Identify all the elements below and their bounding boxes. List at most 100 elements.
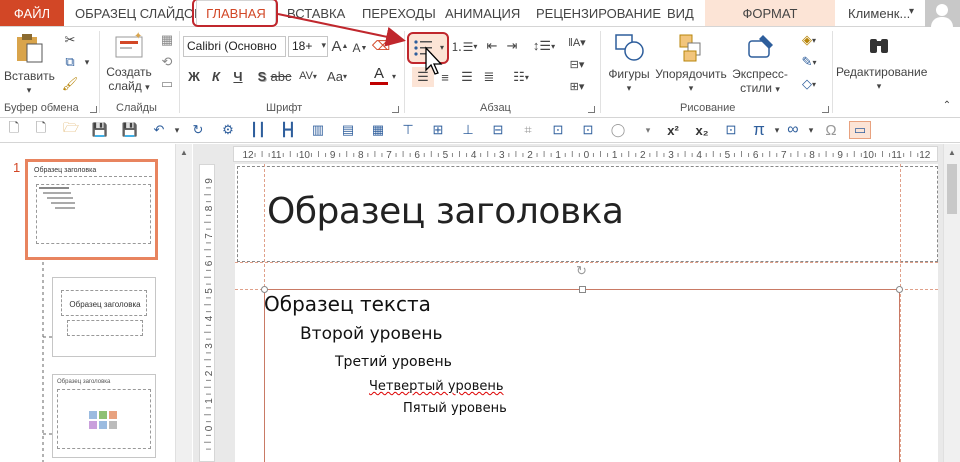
text-level-1[interactable]: Образец текста xyxy=(264,292,431,316)
ruler-tick-label: 9 xyxy=(837,150,843,161)
ruler-tick-label: 0 xyxy=(584,150,590,161)
guide-vertical-2 xyxy=(900,164,901,462)
body-placeholder[interactable]: ↻ Образец текста Второй уровень Третий у… xyxy=(261,264,903,462)
undo-caret-icon[interactable]: ▾ xyxy=(168,121,186,139)
ruler-tick-label: 5 xyxy=(725,150,731,161)
ruler-tick-label: 11 xyxy=(891,150,902,161)
chart4-icon[interactable]: ▤ xyxy=(339,121,357,139)
shapes-qat-icon[interactable]: ◯ xyxy=(609,121,627,139)
ruler-tick-label: 10 xyxy=(299,150,311,161)
horizontal-ruler: 12 11 10 9 8 7 6 5 4 3 2 1 0 1 2 3 4 5 6 7 8 9 10 11 12 xyxy=(233,146,938,162)
ruler-tick-label: 8 xyxy=(358,150,364,161)
align2-icon[interactable]: ⊞ xyxy=(429,121,447,139)
ruler-tick-label: 12 xyxy=(242,150,254,161)
ruler-tick-label: 3 xyxy=(499,150,505,161)
scroll-thumb[interactable] xyxy=(947,164,957,214)
ruler-tick-label: 7 xyxy=(386,150,392,161)
ruler-tick-label: 10 xyxy=(863,150,875,161)
thumb-title: Образец заголовка xyxy=(34,167,97,174)
slide-thumbnails-pane: 1 Образец заголовка Образец заголовка Об… xyxy=(0,144,192,462)
ruler-tick-label: 8 xyxy=(204,205,215,211)
ruler-tick-label: 8 xyxy=(809,150,815,161)
ruler-tick-label: 6 xyxy=(204,260,215,266)
gridlines-icon[interactable]: ▭ xyxy=(849,121,871,139)
ruler-tick-label: 7 xyxy=(204,233,215,239)
crop2-icon[interactable]: ⊡ xyxy=(549,121,567,139)
ruler-tick-label: 4 xyxy=(204,315,215,321)
infinity-icon[interactable]: ∞ xyxy=(784,121,802,139)
crop1-icon[interactable]: ⌗ xyxy=(519,121,537,139)
chart2-icon[interactable]: ┣┫ xyxy=(279,121,297,139)
quick-access-toolbar: 🗋 🗋 🗁 💾 💾 ↶ ▾ ↻ ⚙ ┃┃ ┣┫ ▥ ▤ ▦ ⊤ ⊞ ⊥ ⊟ ⌗ … xyxy=(0,118,960,143)
ruler-tick-label: 6 xyxy=(414,150,420,161)
vertical-ruler: 9 8 7 6 5 4 3 2 1 0 xyxy=(199,164,215,462)
align1-icon[interactable]: ⊤ xyxy=(399,121,417,139)
format-painter-qat-icon[interactable]: ⚙ xyxy=(219,121,237,139)
ruler-tick-label: 4 xyxy=(696,150,702,161)
save-icon[interactable]: 💾 xyxy=(91,121,109,139)
text-level-5[interactable]: Пятый уровень xyxy=(403,401,507,416)
annotation-arrow xyxy=(277,13,406,47)
thumb-divider xyxy=(34,176,152,177)
slide-thumbnail-master[interactable]: Образец заголовка xyxy=(25,159,158,260)
ruler-tick-label: 2 xyxy=(527,150,533,161)
redo-icon[interactable]: ↻ xyxy=(189,121,207,139)
slide-editor: 12 11 10 9 8 7 6 5 4 3 2 1 0 1 2 3 4 5 6 7 8 9 10 11 12 98765432… xyxy=(193,144,943,462)
ruler-tick-label: 1 xyxy=(555,150,561,161)
ruler-tick-label: 3 xyxy=(204,343,215,349)
ruler-tick-label: 12 xyxy=(919,150,931,161)
superscript-icon[interactable]: x² xyxy=(664,121,682,139)
text-level-2[interactable]: Второй уровень xyxy=(300,324,442,344)
chart3-icon[interactable]: ▥ xyxy=(309,121,327,139)
resize-handle-ne[interactable] xyxy=(896,286,903,293)
thumb-subtitle-box xyxy=(67,320,143,336)
fit-icon[interactable]: ⊡ xyxy=(722,121,740,139)
chart1-icon[interactable]: ┃┃ xyxy=(249,121,267,139)
ruler-tick-label: 1 xyxy=(204,398,215,404)
slide-canvas[interactable]: Образец заголовка ↻ Образец текста Второ… xyxy=(235,164,938,462)
rotate-handle-icon[interactable]: ↻ xyxy=(576,264,590,278)
ruler-tick-label: 4 xyxy=(471,150,477,161)
thumbnails-scrollbar[interactable]: ▲ xyxy=(175,144,192,462)
ruler-tick-label: 5 xyxy=(204,288,215,294)
title-placeholder[interactable]: Образец заголовка xyxy=(237,166,938,262)
slide-title[interactable]: Образец заголовка xyxy=(267,191,624,232)
undo-icon[interactable]: ↶ xyxy=(150,121,168,139)
crop3-icon[interactable]: ⊡ xyxy=(579,121,597,139)
ruler-tick-label: 7 xyxy=(781,150,787,161)
shapes-caret-icon[interactable]: ▾ xyxy=(639,121,657,139)
horizontal-ruler-ticks: 12 11 10 9 8 7 6 5 4 3 2 1 0 1 2 3 4 5 6 7 8 9 10 11 12 xyxy=(242,150,931,161)
scroll-up-icon[interactable]: ▲ xyxy=(948,148,956,157)
open-icon[interactable]: 🗁 xyxy=(62,120,80,139)
align4-icon[interactable]: ⊟ xyxy=(489,121,507,139)
ruler-tick-label: 5 xyxy=(443,150,449,161)
ruler-tick-label: 2 xyxy=(204,370,215,376)
ruler-tick-label: 0 xyxy=(204,425,215,431)
ruler-tick-label: 9 xyxy=(204,178,215,184)
ruler-tick-label: 11 xyxy=(271,150,282,161)
ruler-tick-label: 1 xyxy=(612,150,618,161)
vertical-ruler-ticks: 9 8 7 6 5 4 3 2 1 0 xyxy=(204,178,215,450)
align3-icon[interactable]: ⊥ xyxy=(459,121,477,139)
editor-scrollbar[interactable]: ▲ xyxy=(943,144,960,462)
pi-icon[interactable]: π xyxy=(750,120,768,139)
save-as-icon[interactable]: 💾 xyxy=(121,121,139,139)
scroll-up-icon[interactable]: ▲ xyxy=(180,148,188,157)
new2-icon[interactable]: 🗋 xyxy=(32,120,50,139)
slide-thumbnail-layout-1[interactable]: Образец заголовка xyxy=(52,277,156,357)
subscript-icon[interactable]: x₂ xyxy=(693,121,711,139)
slide-number: 1 xyxy=(13,160,21,175)
text-level-3[interactable]: Третий уровень xyxy=(335,354,452,370)
slide-thumbnail-layout-2[interactable]: Образец заголовка xyxy=(52,374,156,458)
ruler-tick-label: 9 xyxy=(330,150,336,161)
thumb-content-icons xyxy=(89,411,123,431)
text-level-4[interactable]: Четвертый уровень xyxy=(369,379,504,394)
thumb-title: Образец заголовка xyxy=(69,300,141,309)
new-icon[interactable]: 🗋 xyxy=(5,120,23,139)
resize-handle-n[interactable] xyxy=(579,286,586,293)
chart5-icon[interactable]: ▦ xyxy=(369,121,387,139)
infinity-caret-icon[interactable]: ▾ xyxy=(802,121,820,139)
ruler-tick-label: 6 xyxy=(753,150,759,161)
omega-icon[interactable]: Ω xyxy=(822,121,840,139)
ruler-tick-label: 2 xyxy=(640,150,646,161)
